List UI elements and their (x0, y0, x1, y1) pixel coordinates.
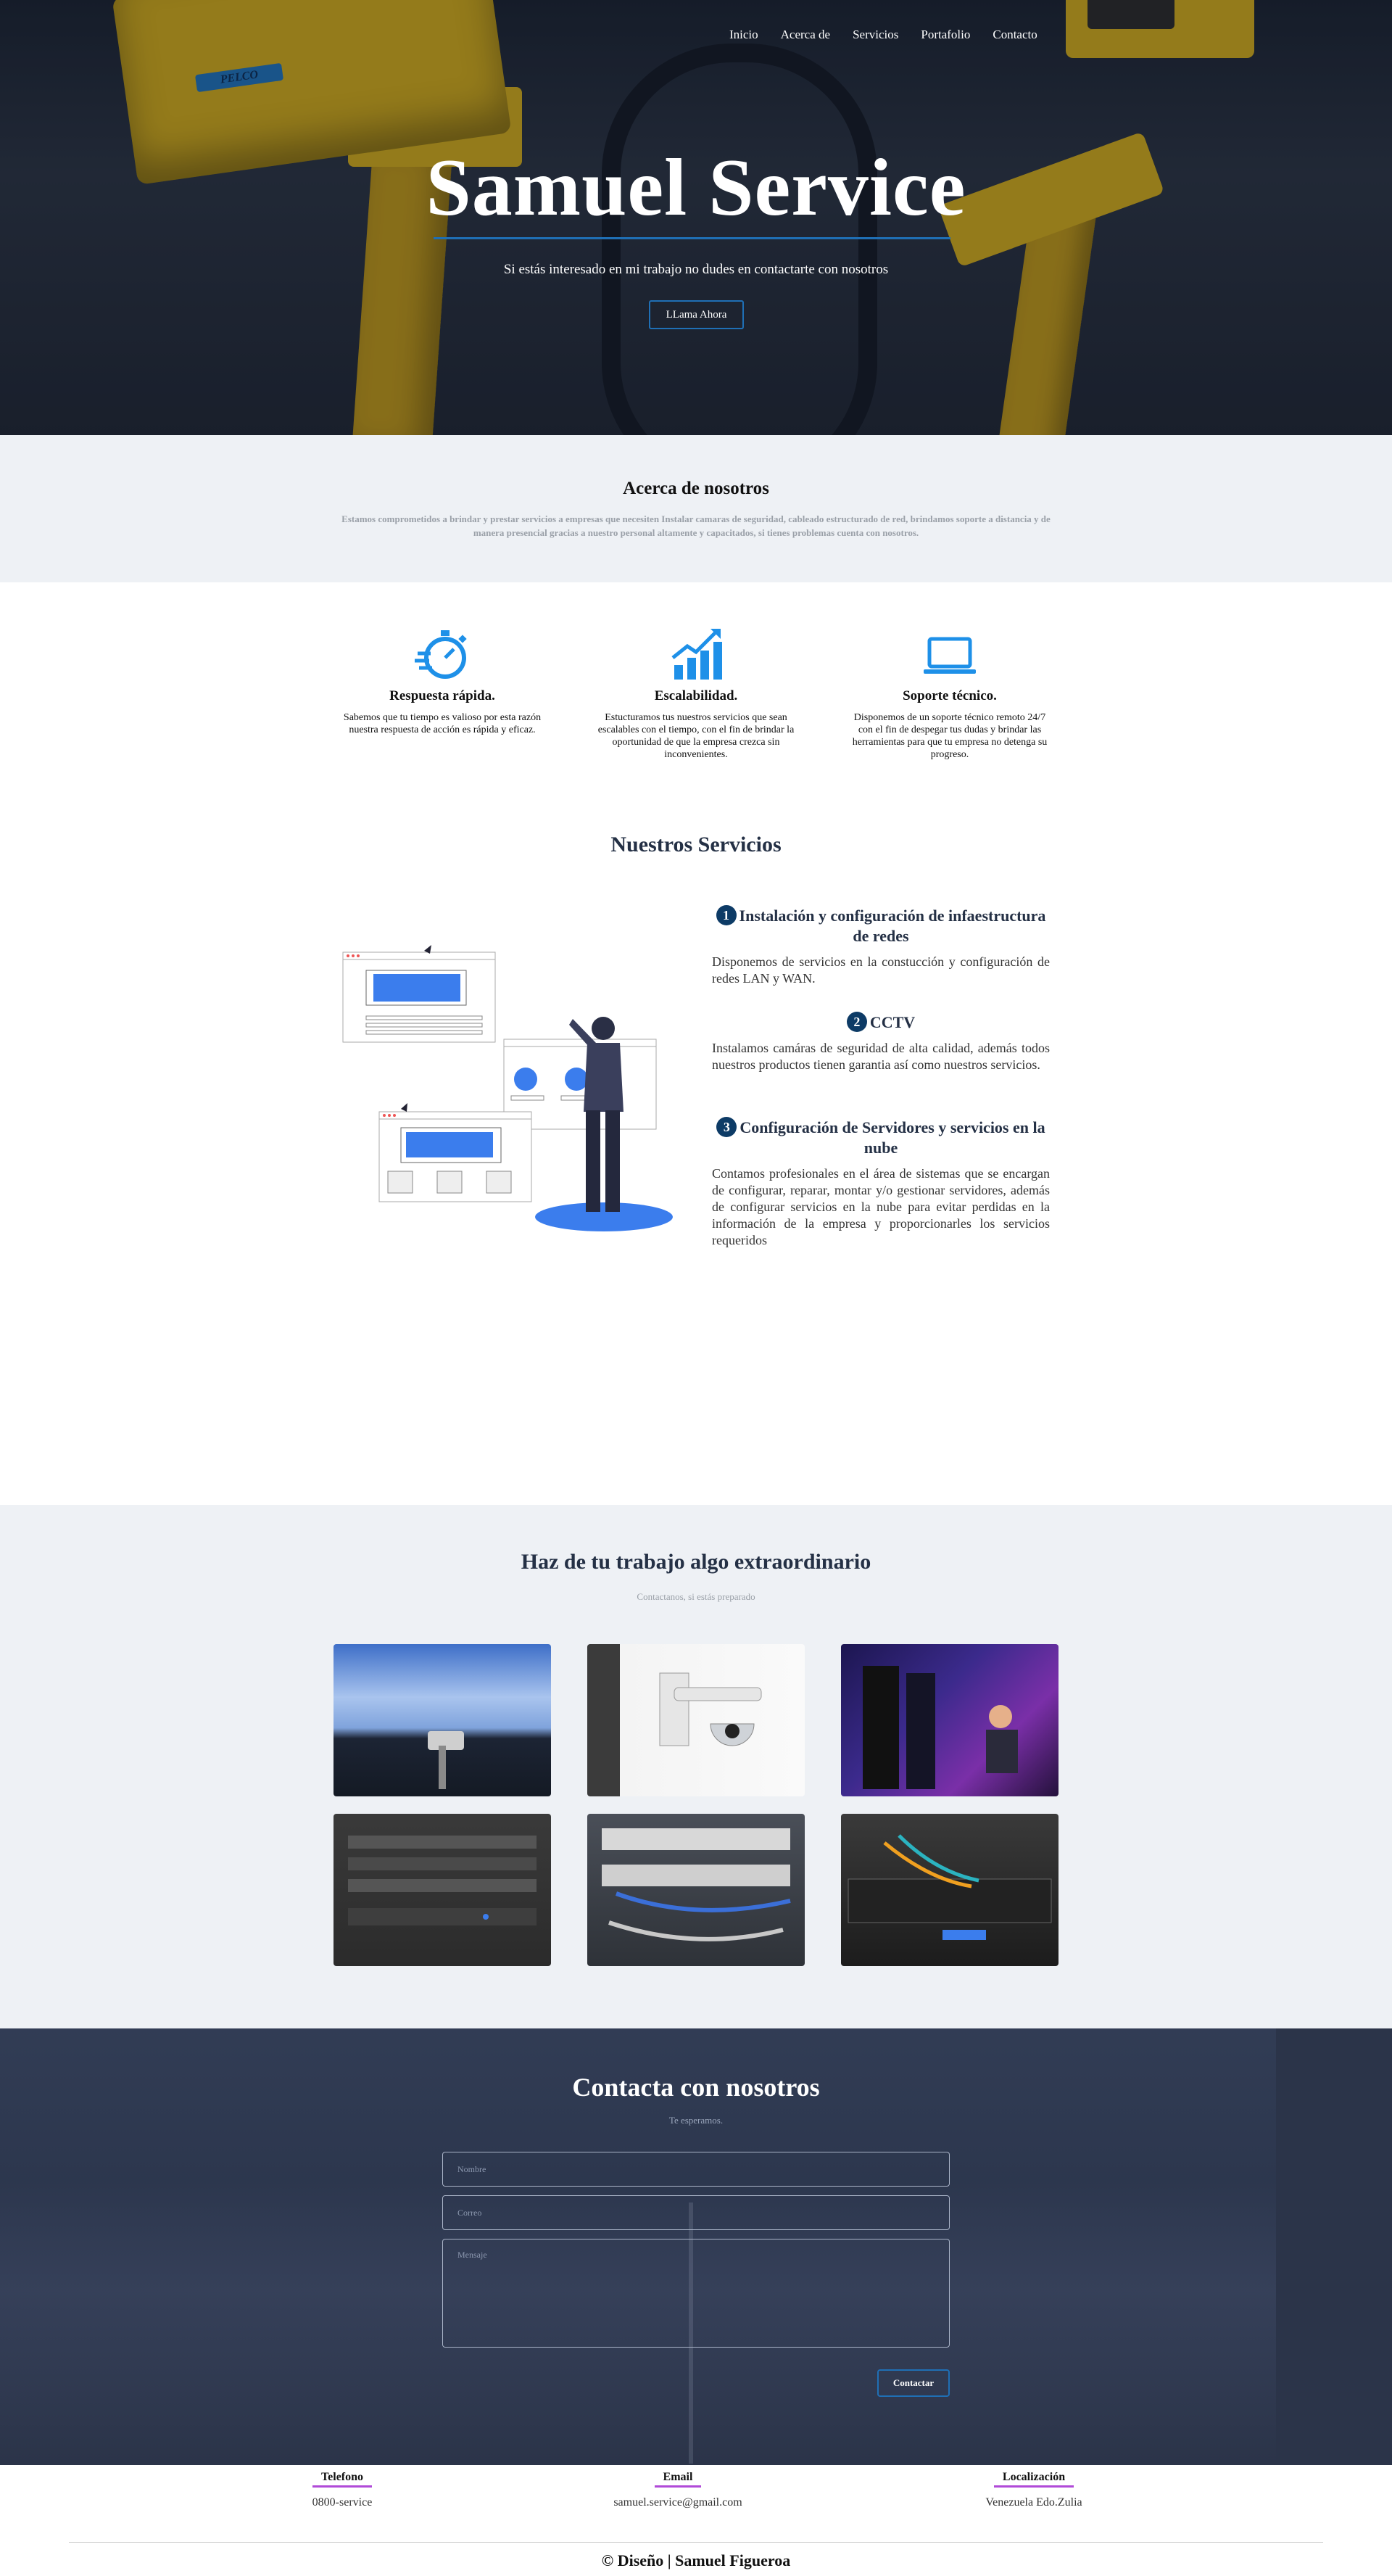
service-text: Contamos profesionales en el área de sis… (712, 1166, 1050, 1247)
fiber-switch-photo[interactable] (841, 1814, 1058, 1966)
hero-section: PELCO Inicio Acerca de Servicios Portafo… (0, 0, 1392, 435)
feature-soporte-tecnico: Soporte técnico. Disponemos de un soport… (841, 626, 1058, 761)
footer-email-value: samuel.service@gmail.com (613, 2496, 742, 2509)
footer-phone-label: Telefono (312, 2471, 373, 2488)
rack-equipment-photo[interactable] (334, 1814, 551, 1966)
feature-text: Disponemos de un soporte técnico remoto … (852, 712, 1048, 760)
footer-credit: © Diseño | Samuel Figueroa (601, 2551, 791, 2569)
footer-location-value: Venezuela Edo.Zulia (985, 2496, 1082, 2509)
services-illustration (334, 894, 696, 1257)
footer-location-label: Localización (993, 2471, 1074, 2488)
feature-text: Sabemos que tu tiempo es valioso por est… (343, 712, 542, 735)
about-title: Acerca de nosotros (623, 479, 769, 498)
feature-escalabilidad: Escalabilidad. Estucturamos tus nuestros… (587, 626, 805, 761)
patch-panel-photo[interactable] (587, 1814, 805, 1966)
service-number-badge: 1 (716, 905, 737, 925)
dome-camera-photo[interactable] (587, 1644, 805, 1796)
message-field[interactable] (442, 2239, 950, 2348)
contact-submit-button[interactable]: Contactar (877, 2369, 950, 2397)
nav-link-portafolio[interactable]: Portafolio (921, 28, 970, 42)
nav-link-servicios[interactable]: Servicios (853, 28, 898, 42)
service-text: Disponemos de servicios en la constucció… (712, 954, 1050, 986)
growth-chart-icon (587, 626, 805, 684)
feature-respuesta-rapida: Respuesta rápida. Sabemos que tu tiempo … (334, 626, 551, 736)
service-number-badge: 2 (846, 1012, 867, 1032)
service-title-text: Instalación y configuración de infaestru… (739, 907, 1046, 945)
portfolio-subtitle: Contactanos, si estás preparado (637, 1591, 755, 1602)
main-nav: Inicio Acerca de Servicios Portafolio Co… (729, 28, 1060, 42)
services-title: Nuestros Servicios (610, 833, 782, 856)
contact-title: Contacta con nosotros (572, 2073, 820, 2102)
service-title-text: CCTV (869, 1013, 916, 1031)
name-field[interactable] (442, 2152, 950, 2187)
nav-link-acerca[interactable]: Acerca de (781, 28, 830, 42)
service-title: 2 CCTV (712, 1012, 1050, 1033)
service-title: 1 Instalación y configuración de infaestr… (712, 905, 1050, 946)
about-section: Acerca de nosotros Estamos comprometidos… (0, 435, 1392, 582)
portfolio-section: Haz de tu trabajo algo extraordinario Co… (0, 1505, 1392, 2028)
hero-subtitle: Si estás interesado en mi trabajo no dud… (503, 262, 889, 277)
contact-subtitle: Te esperamos. (668, 2115, 724, 2126)
nav-link-inicio[interactable]: Inicio (729, 28, 758, 42)
services-section: Nuestros Servicios 1 Instalación y confi… (0, 778, 1392, 1505)
feature-text: Estucturamos tus nuestros servicios que … (597, 712, 795, 760)
camera-sky-photo[interactable] (334, 1644, 551, 1796)
footer-location: Localización Venezuela Edo.Zulia (969, 2471, 1099, 2509)
service-title: 3 Configuración de Servidores y servicios… (712, 1117, 1050, 1158)
hero-title: Samuel Service (426, 143, 966, 233)
email-field[interactable] (442, 2195, 950, 2230)
server-room-photo[interactable] (841, 1644, 1058, 1796)
service-text: Instalamos camáras de seguridad de alta … (712, 1041, 1050, 1072)
features-section: Respuesta rápida. Sabemos que tu tiempo … (0, 582, 1392, 778)
nav-link-contacto[interactable]: Contacto (993, 28, 1037, 42)
service-title-text: Configuración de Servidores y servicios … (740, 1118, 1045, 1157)
about-text: Estamos comprometidos a brindar y presta… (341, 513, 1051, 538)
service-item-servidores: 3 Configuración de Servidores y servicios… (712, 1117, 1050, 1249)
footer-email-label: Email (654, 2471, 702, 2488)
footer-phone: Telefono 0800-service (299, 2471, 386, 2509)
laptop-icon (841, 626, 1058, 684)
service-item-redes: 1 Instalación y configuración de infaestr… (712, 905, 1050, 987)
feature-title: Escalabilidad. (654, 688, 738, 703)
footer-email: Email samuel.service@gmail.com (587, 2471, 768, 2509)
contact-section: Contacta con nosotros Te esperamos. Cont… (0, 2028, 1392, 2465)
footer-divider (69, 2542, 1323, 2543)
feature-title: Respuesta rápida. (389, 688, 495, 703)
call-now-button[interactable]: LLama Ahora (649, 300, 744, 329)
stopwatch-icon (334, 626, 551, 684)
footer-phone-value: 0800-service (312, 2496, 373, 2509)
footer: Telefono 0800-service Email samuel.servi… (0, 2465, 1392, 2576)
service-number-badge: 3 (716, 1117, 737, 1137)
hero-divider (434, 237, 950, 239)
portfolio-title: Haz de tu trabajo algo extraordinario (521, 1550, 871, 1574)
feature-title: Soporte técnico. (903, 688, 997, 703)
service-item-cctv: 2 CCTV Instalamos camáras de seguridad de… (712, 1012, 1050, 1073)
